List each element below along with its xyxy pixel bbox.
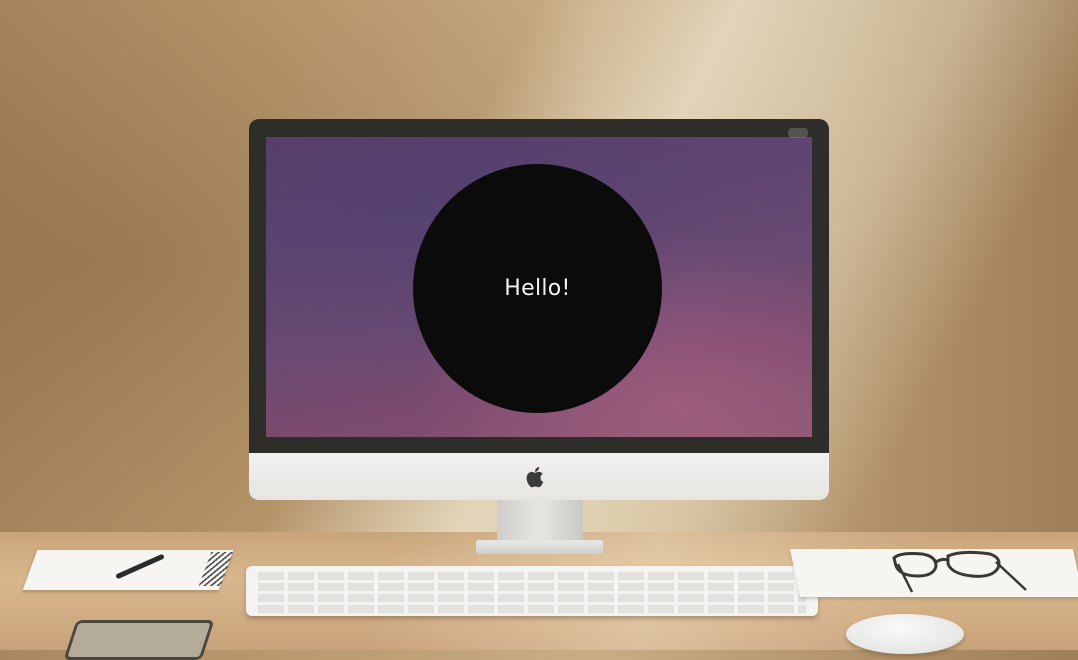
greeting-text: Hello! (504, 276, 571, 301)
keyboard-key-row (258, 583, 806, 591)
keyboard (246, 566, 818, 616)
keyboard-key-row (258, 594, 806, 602)
keyboard-key-row (258, 572, 806, 580)
monitor-glare (788, 128, 808, 138)
smartphone (63, 620, 215, 660)
mouse (846, 614, 964, 654)
monitor-stand-foot (476, 540, 603, 554)
monitor-screen: Hello! (266, 137, 812, 437)
hello-circle: Hello! (413, 164, 662, 413)
apple-logo-icon (526, 467, 544, 488)
desktop-monitor: Hello! (249, 119, 829, 500)
eyeglasses-icon (892, 550, 1027, 593)
monitor-stand (497, 500, 583, 542)
keyboard-key-row (258, 605, 806, 613)
